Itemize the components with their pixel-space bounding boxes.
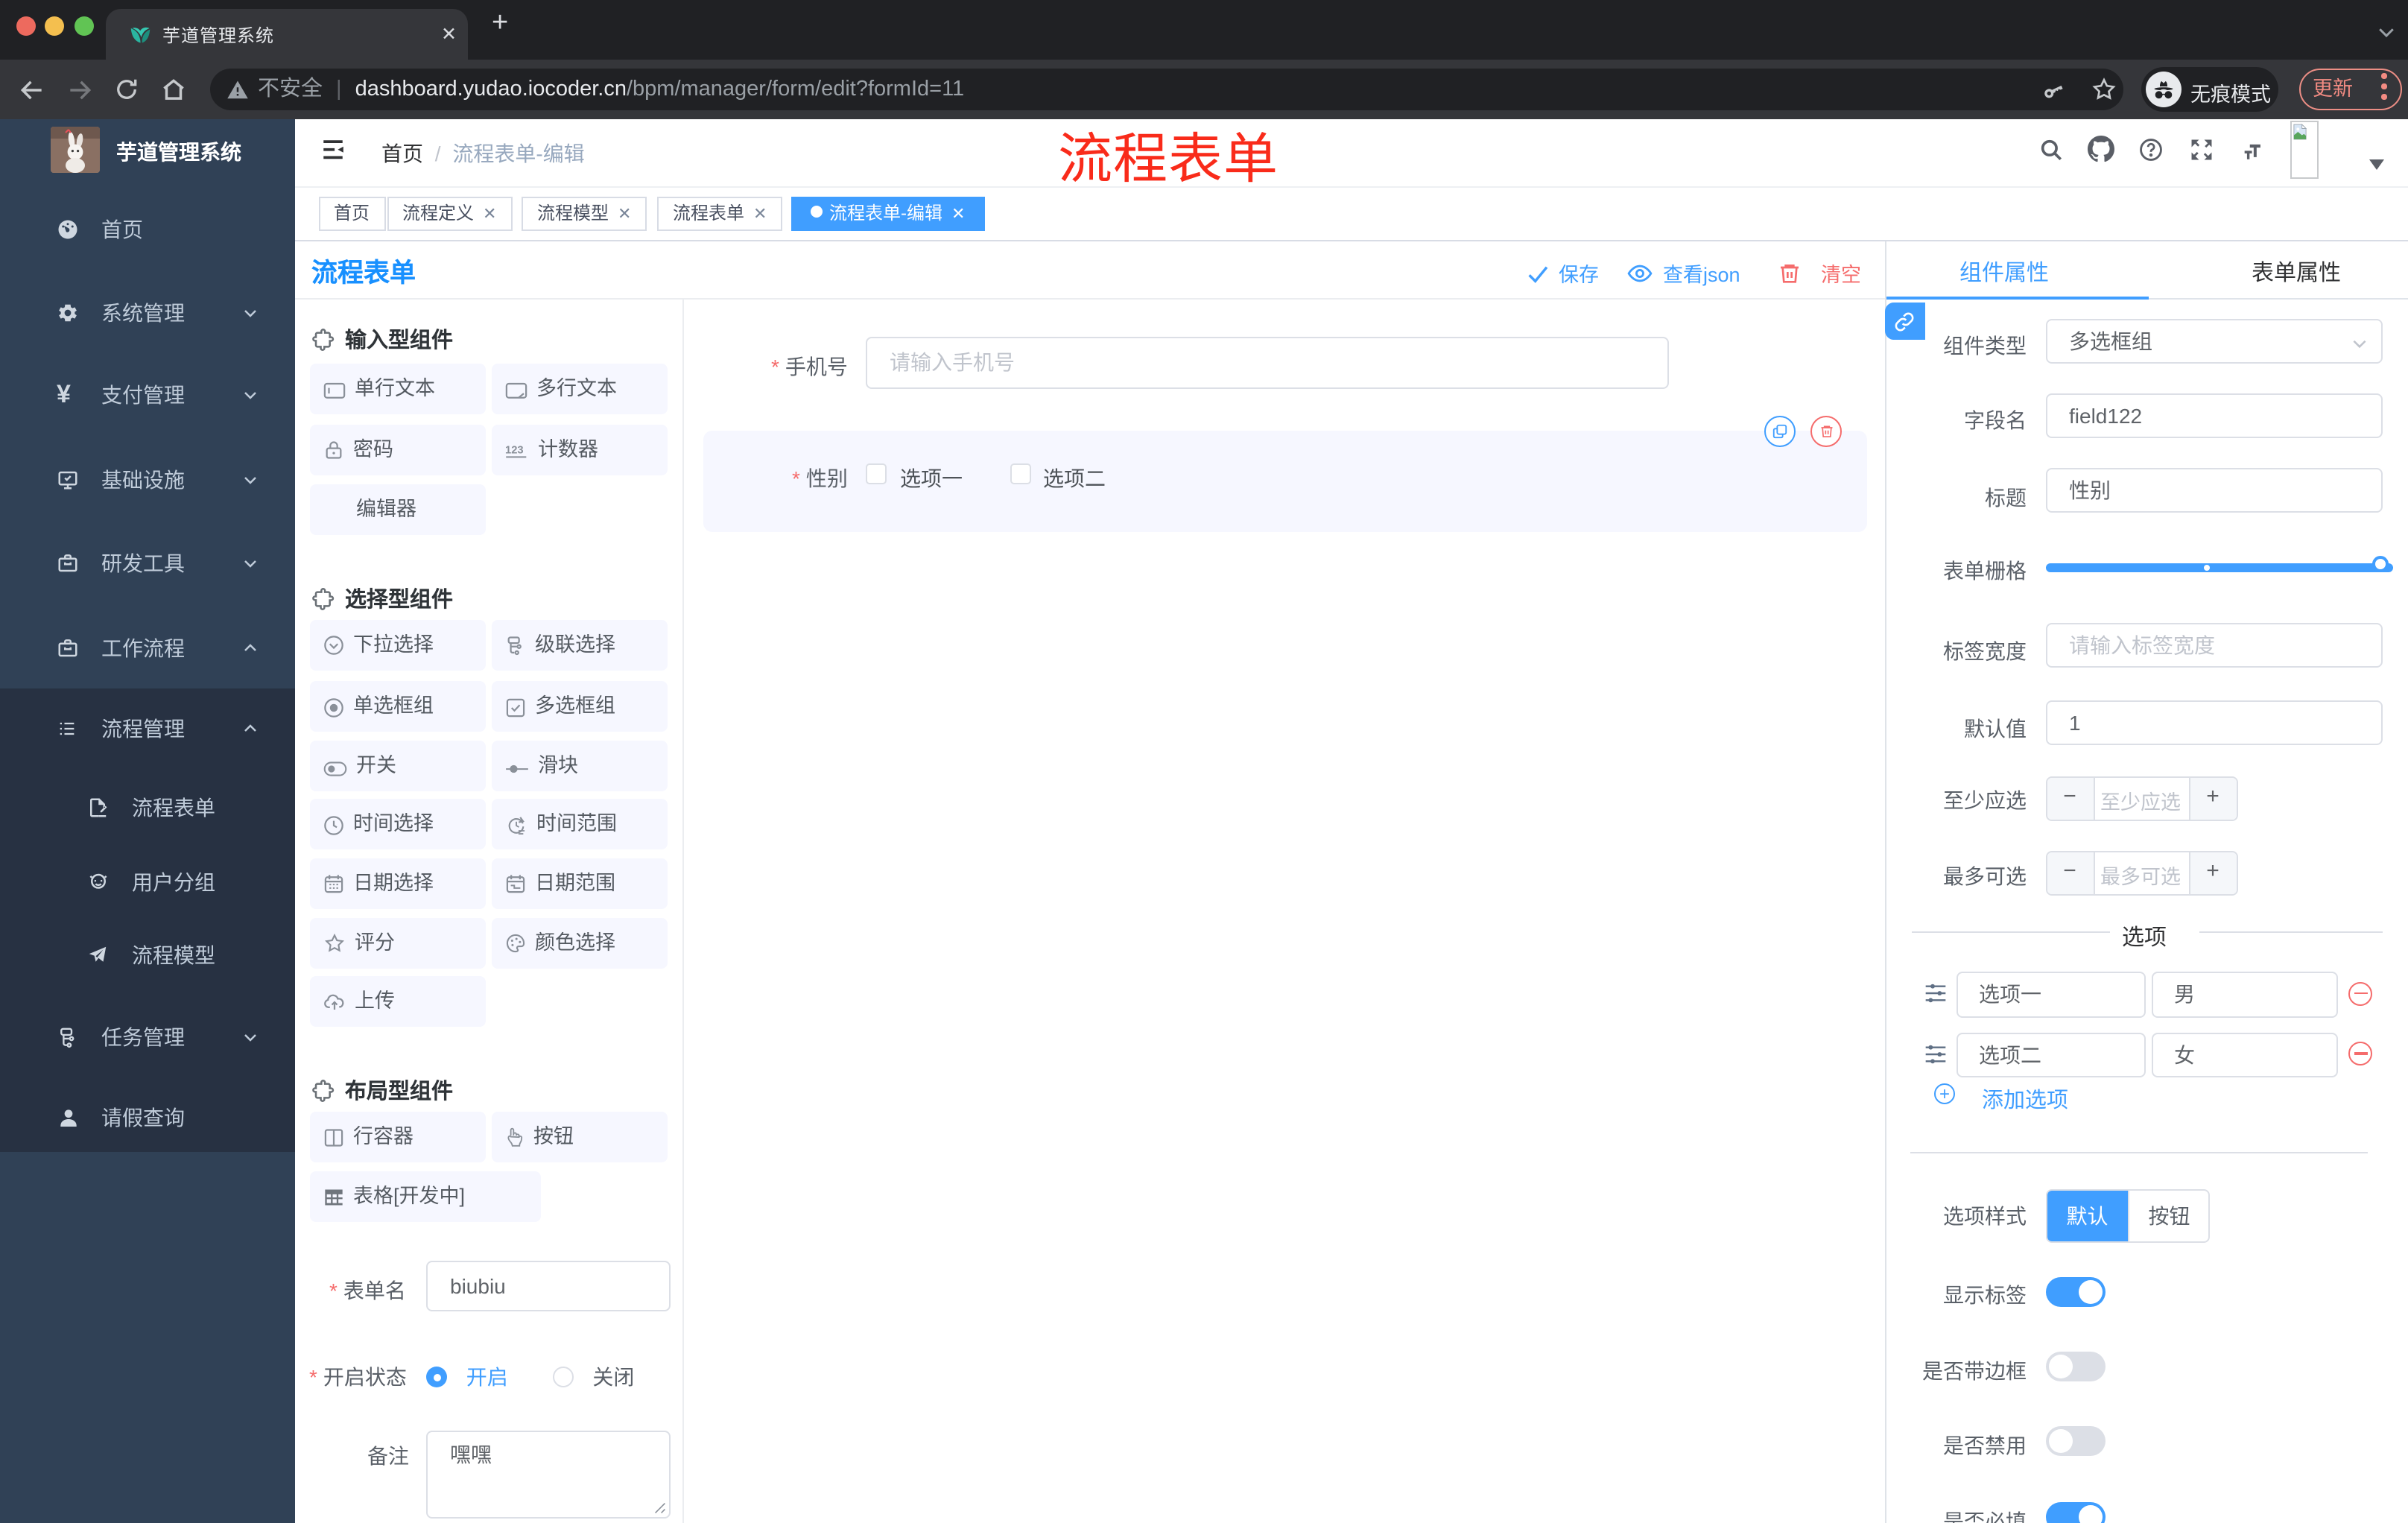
svg-text:123: 123	[505, 445, 524, 457]
